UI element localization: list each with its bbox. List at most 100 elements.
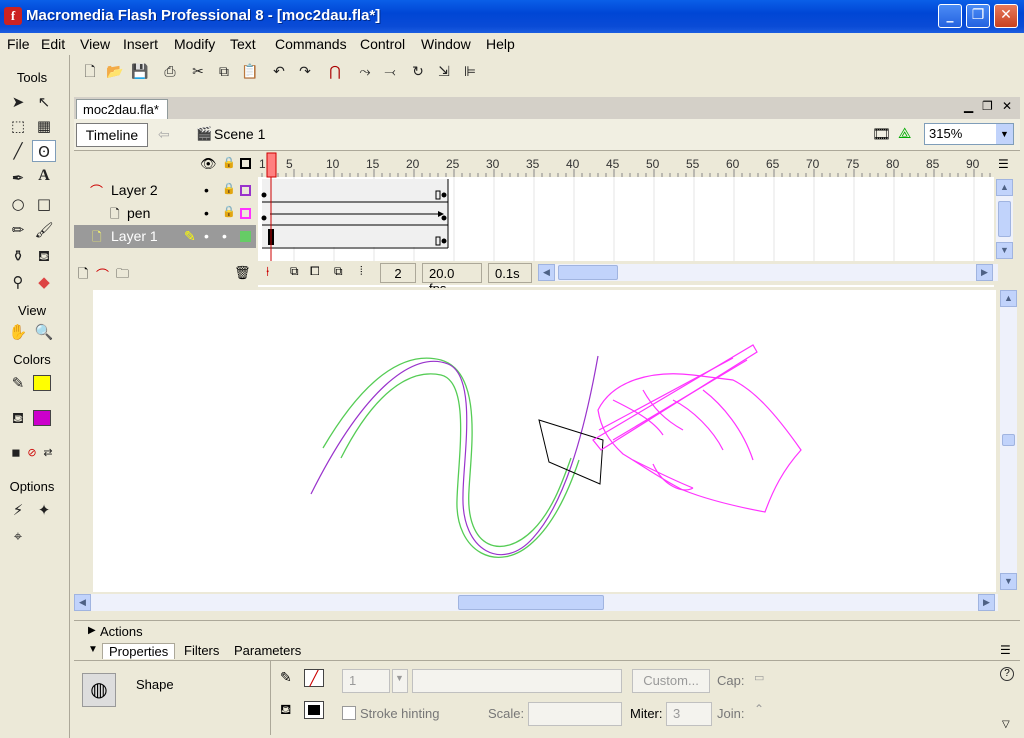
scroll-up-icon[interactable]: ▲	[996, 179, 1013, 196]
actions-panel-bar[interactable]: ▶ Actions	[74, 620, 1020, 642]
layer-row[interactable]: ⌒ Layer 2 • 🔒	[74, 179, 256, 202]
visible-dot[interactable]: •	[204, 205, 209, 221]
onion-outlines-icon[interactable]: ⧠	[310, 264, 320, 279]
paint-bucket-tool-icon[interactable]: ⛾	[32, 245, 56, 267]
stage-hscroll[interactable]: ◀ ▶	[74, 594, 998, 611]
actions-label[interactable]: Actions	[100, 624, 143, 639]
edit-scene-icon[interactable]: 🎞	[872, 125, 891, 143]
zoom-select[interactable]: 315% ▼	[924, 123, 1014, 145]
magic-wand-settings-icon[interactable]: ✦	[32, 499, 56, 521]
timeline-menu-icon[interactable]: ☰	[998, 157, 1009, 171]
edit-symbols-icon[interactable]: ⟁	[898, 125, 911, 142]
brush-tool-icon[interactable]: 🖌	[32, 219, 56, 241]
insert-layer-icon[interactable]: 🗋	[78, 265, 88, 287]
timeline-button[interactable]: Timeline	[76, 123, 148, 147]
cut-icon[interactable]: ✂	[188, 62, 208, 82]
open-file-icon[interactable]: 📂	[105, 62, 125, 82]
layer-outline-swatch[interactable]	[240, 185, 251, 196]
back-arrow-icon[interactable]: ⇦	[158, 126, 170, 143]
tab-filters[interactable]: Filters	[178, 643, 225, 658]
redo-icon[interactable]: ↷	[295, 62, 315, 82]
panel-menu-icon[interactable]: ☰	[1000, 643, 1011, 657]
selection-tool-icon[interactable]: ➤	[6, 91, 30, 113]
fill-transform-tool-icon[interactable]: ▦	[32, 115, 56, 137]
rectangle-tool-icon[interactable]: □	[32, 193, 56, 215]
layer-outline-swatch[interactable]	[240, 231, 251, 242]
snap-icon[interactable]: ⋂	[325, 62, 345, 82]
insert-folder-icon[interactable]: 🗀	[116, 265, 129, 287]
scroll-right-icon[interactable]: ▶	[976, 264, 993, 281]
chevron-down-icon[interactable]: ▼	[996, 124, 1013, 144]
tab-properties[interactable]: Properties	[102, 643, 176, 659]
straighten-icon[interactable]: ⤙	[380, 62, 400, 82]
scroll-down-icon[interactable]: ▼	[996, 242, 1013, 259]
help-icon[interactable]: ?	[1000, 667, 1014, 681]
document-tab[interactable]: moc2dau.fla*	[76, 99, 168, 119]
scene-label[interactable]: Scene 1	[214, 126, 265, 142]
stroke-color-button[interactable]: ╱	[304, 669, 324, 687]
pen-tool-icon[interactable]: ✒	[6, 167, 30, 189]
delete-layer-icon[interactable]: 🗑	[234, 265, 251, 281]
stage-vscroll[interactable]: ▲ ▼	[1000, 290, 1017, 590]
align-icon[interactable]: ⊫	[460, 62, 480, 82]
hand-tool-icon[interactable]: ✋	[6, 321, 30, 343]
add-motion-guide-icon[interactable]: ⌒	[96, 265, 109, 284]
scroll-up-icon[interactable]: ▲	[1000, 290, 1017, 307]
menu-text[interactable]: Text	[230, 36, 256, 52]
menu-help[interactable]: Help	[486, 36, 515, 52]
modify-onion-markers-icon[interactable]: ⦙	[360, 264, 363, 279]
outline-toggle-icon[interactable]	[240, 158, 251, 169]
lock-icon[interactable]: 🔒	[222, 156, 236, 169]
undo-icon[interactable]: ↶	[269, 62, 289, 82]
menu-insert[interactable]: Insert	[123, 36, 158, 52]
frame-rate[interactable]: 20.0 fps	[422, 263, 482, 296]
save-icon[interactable]: 💾	[130, 62, 150, 82]
custom-button[interactable]: Custom...	[632, 669, 710, 693]
scroll-thumb[interactable]	[458, 595, 604, 610]
scroll-thumb[interactable]	[1002, 434, 1015, 446]
edit-multiple-frames-icon[interactable]: ⧉	[334, 264, 343, 279]
menu-window[interactable]: Window	[421, 36, 471, 52]
stroke-hinting-checkbox[interactable]	[342, 706, 356, 720]
text-tool-icon[interactable]: A	[32, 167, 56, 189]
layer-outline-swatch[interactable]	[240, 208, 251, 219]
close-button[interactable]: ✕	[994, 4, 1018, 28]
new-file-icon[interactable]: 🗋	[80, 62, 100, 82]
lock-icon[interactable]: 🔒	[222, 182, 236, 195]
pencil-tool-icon[interactable]: ✏	[6, 219, 30, 241]
subselection-tool-icon[interactable]: ↖	[32, 91, 56, 113]
ink-bottle-tool-icon[interactable]: ⚱	[6, 245, 30, 267]
scroll-down-icon[interactable]: ▼	[1000, 573, 1017, 590]
stage-canvas[interactable]	[93, 290, 996, 592]
lock-icon[interactable]: 🔒	[222, 205, 236, 218]
scroll-thumb[interactable]	[998, 201, 1011, 237]
print-icon[interactable]: ⎙	[160, 62, 180, 82]
visible-dot[interactable]: •	[204, 228, 209, 244]
scroll-thumb[interactable]	[558, 265, 618, 280]
eyedropper-tool-icon[interactable]: ⚲	[6, 271, 30, 293]
menu-modify[interactable]: Modify	[174, 36, 215, 52]
cap-select-icon[interactable]: ▭	[754, 671, 764, 684]
tab-parameters[interactable]: Parameters	[228, 643, 307, 658]
onion-skin-icon[interactable]: ⧉	[290, 264, 299, 279]
miter-input[interactable]: 3	[666, 702, 712, 726]
show-hide-icon[interactable]: 👁	[200, 156, 217, 172]
doc-restore-icon[interactable]: ❐	[982, 99, 993, 113]
timeline-hscroll[interactable]: ◀ ▶	[538, 264, 998, 281]
chevron-down-icon[interactable]: ▼	[392, 669, 408, 693]
swap-colors-icon[interactable]: ⇄	[36, 442, 60, 464]
fill-color-swatch[interactable]	[33, 410, 51, 426]
stroke-height-input[interactable]: 1	[342, 669, 390, 693]
scale-icon[interactable]: ⇲	[434, 62, 454, 82]
join-select-icon[interactable]: ⌃	[754, 702, 764, 716]
maximize-button[interactable]: ❐	[966, 4, 990, 28]
menu-file[interactable]: File	[7, 36, 30, 52]
layer-row[interactable]: 🗋 pen • 🔒	[74, 202, 256, 225]
scroll-left-icon[interactable]: ◀	[538, 264, 555, 281]
scroll-right-icon[interactable]: ▶	[978, 594, 995, 611]
menu-commands[interactable]: Commands	[275, 36, 347, 52]
zoom-tool-icon[interactable]: 🔍	[32, 321, 56, 343]
layer-row-selected[interactable]: 🗋 Layer 1 ✎ • •	[74, 225, 256, 248]
stroke-style-select[interactable]	[412, 669, 622, 693]
stroke-color-swatch[interactable]	[33, 375, 51, 391]
